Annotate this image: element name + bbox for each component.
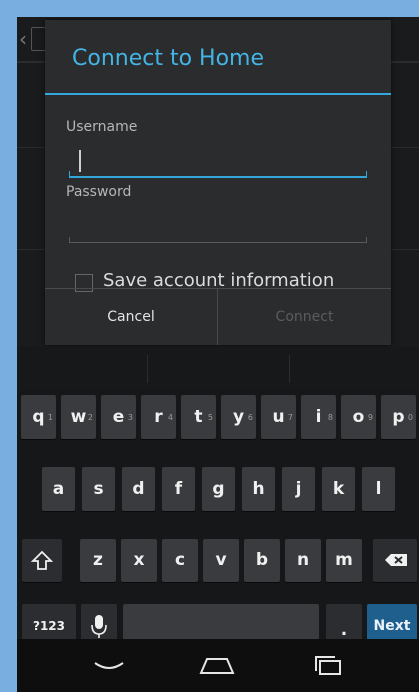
key-u[interactable]: u7 (261, 395, 296, 439)
key-label: p (392, 407, 405, 427)
key-l[interactable]: l (362, 467, 395, 511)
nav-back-button[interactable] (89, 651, 129, 681)
key-label: x (133, 550, 145, 570)
key-z[interactable]: z (80, 539, 116, 582)
key-a[interactable]: a (42, 467, 75, 511)
key-label: o (352, 407, 365, 427)
key-y[interactable]: y6 (221, 395, 256, 439)
soft-keyboard: q1w2e3r4t5y6u7i8o9p0 asdfghjkl zxcvbnm ?… (17, 389, 419, 648)
shift-icon (30, 550, 54, 570)
navigation-bar (17, 639, 419, 692)
key-label: c (174, 550, 186, 570)
backspace-icon (385, 554, 407, 566)
key-i[interactable]: i8 (301, 395, 336, 439)
key-label: l (375, 479, 382, 499)
backspace-key[interactable] (373, 539, 417, 582)
key-label: s (93, 479, 104, 499)
key-label: z (93, 550, 103, 570)
key-label: e (112, 407, 125, 427)
cancel-button[interactable]: Cancel (45, 289, 217, 345)
key-v[interactable]: v (203, 539, 239, 582)
dialog-title: Connect to Home (72, 46, 265, 71)
key-f[interactable]: f (162, 467, 195, 511)
nav-home-icon (199, 658, 235, 674)
key-label: u (272, 407, 285, 427)
suggestion-strip (17, 347, 419, 389)
nav-back-icon (94, 662, 124, 669)
key-r[interactable]: r4 (141, 395, 176, 439)
key-p[interactable]: p0 (381, 395, 416, 439)
password-field[interactable] (69, 214, 367, 243)
key-h[interactable]: h (242, 467, 275, 511)
text-cursor (79, 150, 81, 172)
key-label: i (315, 407, 322, 427)
key-label: y (232, 407, 245, 427)
key-label: q (32, 407, 45, 427)
key-o[interactable]: o9 (341, 395, 376, 439)
username-label: Username (66, 119, 138, 135)
nav-recents-icon (315, 656, 341, 675)
key-label: d (132, 479, 145, 499)
key-label: f (174, 479, 183, 499)
password-label: Password (66, 184, 132, 200)
key-b[interactable]: b (244, 539, 280, 582)
key-label: r (154, 407, 163, 427)
key-hint: 8 (327, 413, 333, 422)
key-m[interactable]: m (326, 539, 362, 582)
shift-key[interactable] (22, 539, 62, 582)
connect-button[interactable]: Connect (218, 289, 391, 345)
key-hint: 1 (47, 413, 53, 422)
key-label: m (335, 550, 353, 570)
key-w[interactable]: w2 (61, 395, 96, 439)
key-x[interactable]: x (121, 539, 157, 582)
key-hint: 5 (207, 413, 213, 422)
key-n[interactable]: n (285, 539, 321, 582)
key-label: b (255, 550, 269, 570)
key-t[interactable]: t5 (181, 395, 216, 439)
key-d[interactable]: d (122, 467, 155, 511)
title-divider (45, 93, 391, 95)
nav-home-button[interactable] (197, 651, 237, 681)
key-hint: 6 (247, 413, 253, 422)
username-field[interactable] (69, 148, 367, 178)
key-hint: 3 (127, 413, 133, 422)
key-hint: 4 (167, 413, 173, 422)
key-g[interactable]: g (202, 467, 235, 511)
key-label: w (70, 407, 87, 427)
key-c[interactable]: c (162, 539, 198, 582)
back-chevron-icon[interactable]: ‹ (19, 27, 27, 51)
key-hint: 9 (367, 413, 373, 422)
key-label: t (194, 407, 203, 427)
key-label: v (215, 550, 227, 570)
key-label: n (296, 550, 310, 570)
key-label: k (332, 479, 345, 499)
key-label: g (212, 479, 225, 499)
key-e[interactable]: e3 (101, 395, 136, 439)
connect-dialog: Connect to Home Username Password Save a… (45, 20, 391, 345)
nav-recents-button[interactable] (309, 651, 349, 681)
key-hint: 0 (407, 413, 413, 422)
key-k[interactable]: k (322, 467, 355, 511)
key-label: j (295, 479, 302, 499)
key-q[interactable]: q1 (21, 395, 56, 439)
key-hint: 7 (287, 413, 293, 422)
key-s[interactable]: s (82, 467, 115, 511)
key-label: a (52, 479, 65, 499)
phone-screen: ‹ Connect to Home Username Password Save… (17, 17, 419, 692)
key-label: h (252, 479, 265, 499)
key-hint: 2 (87, 413, 93, 422)
key-j[interactable]: j (282, 467, 315, 511)
